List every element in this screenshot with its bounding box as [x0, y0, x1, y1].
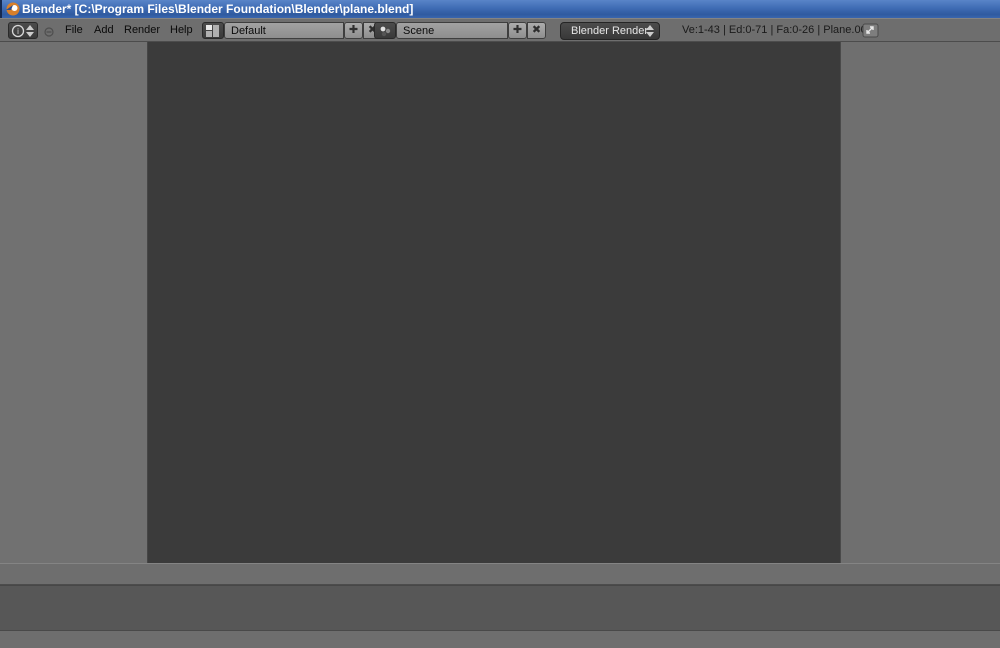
svg-text:i: i [17, 27, 19, 36]
